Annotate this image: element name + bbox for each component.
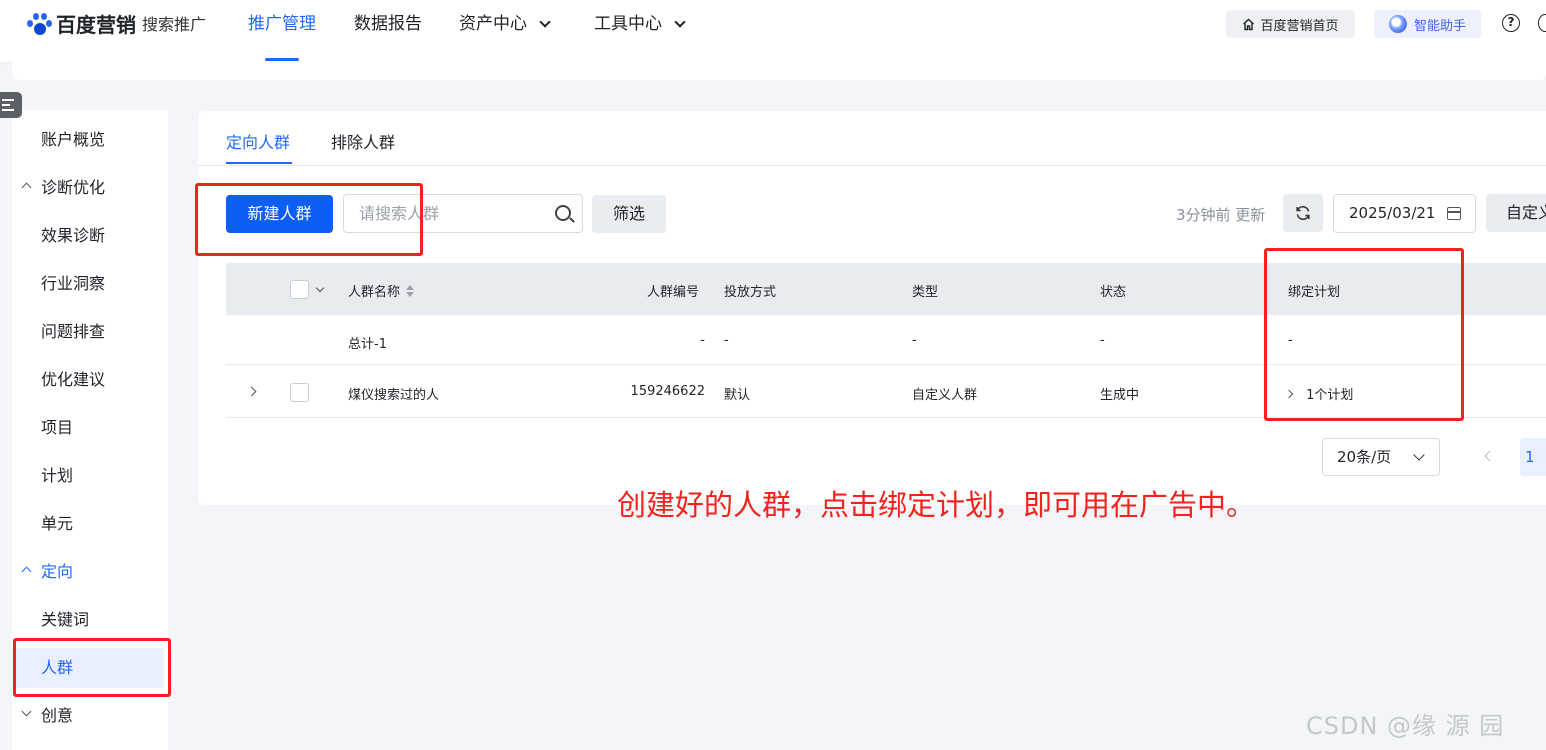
sidebar-item-effect-diagnosis[interactable]: 效果诊断 <box>12 216 168 256</box>
sidebar-group-targeting[interactable]: 定向 <box>12 552 168 592</box>
chevron-up-icon <box>21 182 32 193</box>
tab-active-indicator <box>226 162 292 164</box>
top-navigation: 百度营销 搜索推广 推广管理 数据报告 资产中心 工具中心 百度营销首页 智能助… <box>0 0 1546 62</box>
audience-status: 生成中 <box>1100 388 1140 403</box>
column-header-name[interactable]: 人群名称 <box>348 281 415 300</box>
smart-assistant-button[interactable]: 智能助手 <box>1374 10 1481 38</box>
chevron-down-icon[interactable] <box>315 283 325 293</box>
sidebar-item-label: 单元 <box>41 514 74 533</box>
sidebar-item-optimization-advice[interactable]: 优化建议 <box>12 360 168 400</box>
tab-excluded-audience[interactable]: 排除人群 <box>331 129 395 153</box>
nav-label: 工具中心 <box>594 14 662 34</box>
chevron-down-icon <box>1413 449 1425 461</box>
help-icon[interactable]: ? <box>1502 14 1520 32</box>
sidebar-item-troubleshooting[interactable]: 问题排查 <box>12 312 168 352</box>
sidebar-item-account-overview[interactable]: 账户概览 <box>12 120 168 160</box>
sidebar-item-label: 账户概览 <box>41 130 106 149</box>
expand-row-icon[interactable] <box>246 386 257 397</box>
sort-icon[interactable] <box>406 285 415 297</box>
chevron-up-icon <box>21 566 32 577</box>
total-delivery: - <box>724 333 729 348</box>
sidebar-group-creative[interactable]: 创意 <box>12 696 168 736</box>
sidebar-item-label: 效果诊断 <box>41 226 106 245</box>
total-status: - <box>1100 333 1105 348</box>
sidebar-item-label: 行业洞察 <box>41 274 106 293</box>
nav-promotion-management[interactable]: 推广管理 <box>248 12 316 36</box>
calendar-icon <box>1447 207 1461 220</box>
sidebar-item-unit[interactable]: 单元 <box>12 504 168 544</box>
column-header-id: 人群编号 <box>647 285 700 300</box>
chevron-down-icon <box>539 15 551 28</box>
audience-id: 159246622 <box>630 384 705 399</box>
chevron-down-icon <box>21 706 32 717</box>
audience-type: 自定义人群 <box>912 388 978 403</box>
tab-targeted-audience[interactable]: 定向人群 <box>226 129 290 153</box>
prev-page-icon[interactable] <box>1484 450 1496 462</box>
refresh-icon <box>1296 206 1310 220</box>
logo-brand-text: 百度营销 <box>56 12 136 37</box>
date-value: 2025/03/21 <box>1349 204 1436 222</box>
sidebar-item-label: 关键词 <box>41 610 90 629</box>
sidebar-item-keywords[interactable]: 关键词 <box>12 600 168 640</box>
column-header-status: 状态 <box>1100 285 1127 300</box>
refresh-button[interactable] <box>1283 194 1323 232</box>
annotation-box-new-audience <box>195 183 423 256</box>
message-icon[interactable] <box>1538 14 1546 32</box>
sidebar-item-label: 创意 <box>41 706 74 725</box>
sidebar-group-diagnosis[interactable]: 诊断优化 <box>12 168 168 208</box>
sidebar-item-label: 问题排查 <box>41 322 106 341</box>
marketing-home-button[interactable]: 百度营销首页 <box>1226 10 1355 38</box>
tab-divider <box>198 165 1546 166</box>
total-name: 总计-1 <box>348 337 387 352</box>
annotation-text: 创建好的人群，点击绑定计划，即可用在广告中。 <box>617 488 1256 522</box>
sidebar-item-industry-insight[interactable]: 行业洞察 <box>12 264 168 304</box>
sidebar-item-label: 定向 <box>41 562 74 581</box>
audience-name[interactable]: 煤仪搜索过的人 <box>348 384 439 403</box>
sidebar-item-label: 项目 <box>41 418 74 437</box>
page-size-value: 20条/页 <box>1337 448 1392 466</box>
date-picker[interactable]: 2025/03/21 <box>1333 194 1476 233</box>
sidebar-collapse-icon[interactable] <box>0 92 22 118</box>
page-size-select[interactable]: 20条/页 <box>1322 438 1440 476</box>
nav-active-underline <box>265 58 299 61</box>
total-id: - <box>700 333 705 348</box>
nav-data-report[interactable]: 数据报告 <box>354 12 422 36</box>
select-all-checkbox[interactable] <box>290 280 309 299</box>
csdn-watermark: CSDN @缘 源 园 <box>1306 712 1505 740</box>
filter-button[interactable]: 筛选 <box>592 195 666 233</box>
column-header-label: 人群名称 <box>348 285 401 300</box>
annotation-box-bound-plans <box>1264 248 1464 421</box>
sidebar-item-label: 优化建议 <box>41 370 106 389</box>
paw-logo-icon <box>26 10 52 36</box>
search-icon[interactable] <box>555 205 571 221</box>
assistant-orb-icon <box>1388 15 1407 33</box>
logo-product-text: 搜索推广 <box>142 15 207 34</box>
nav-label: 资产中心 <box>459 14 527 34</box>
sidebar-item-plan[interactable]: 计划 <box>12 456 168 496</box>
home-button-label: 百度营销首页 <box>1260 18 1339 34</box>
baidu-marketing-logo[interactable]: 百度营销 搜索推广 <box>26 9 206 37</box>
sidebar-item-label: 诊断优化 <box>41 178 106 197</box>
sidebar-item-project[interactable]: 项目 <box>12 408 168 448</box>
nav-label: 推广管理 <box>248 14 316 34</box>
annotation-box-audience-menu <box>13 638 171 697</box>
sub-header-bar <box>12 62 1546 80</box>
column-header-type: 类型 <box>912 285 939 300</box>
last-update-text: 3分钟前 更新 <box>1176 206 1266 224</box>
sidebar-item-label: 计划 <box>41 466 74 485</box>
nav-label: 数据报告 <box>354 14 422 34</box>
nav-tool-center[interactable]: 工具中心 <box>594 12 686 36</box>
total-type: - <box>912 333 917 348</box>
audience-delivery: 默认 <box>724 388 751 403</box>
nav-asset-center[interactable]: 资产中心 <box>459 12 551 36</box>
chevron-down-icon <box>674 15 686 28</box>
row-checkbox[interactable] <box>290 383 309 402</box>
assistant-label: 智能助手 <box>1413 18 1466 34</box>
custom-columns-button[interactable]: 自定义 <box>1486 194 1546 232</box>
column-header-delivery: 投放方式 <box>724 285 777 300</box>
home-icon <box>1243 18 1255 30</box>
pagination-page-1[interactable]: 1 <box>1520 438 1546 476</box>
